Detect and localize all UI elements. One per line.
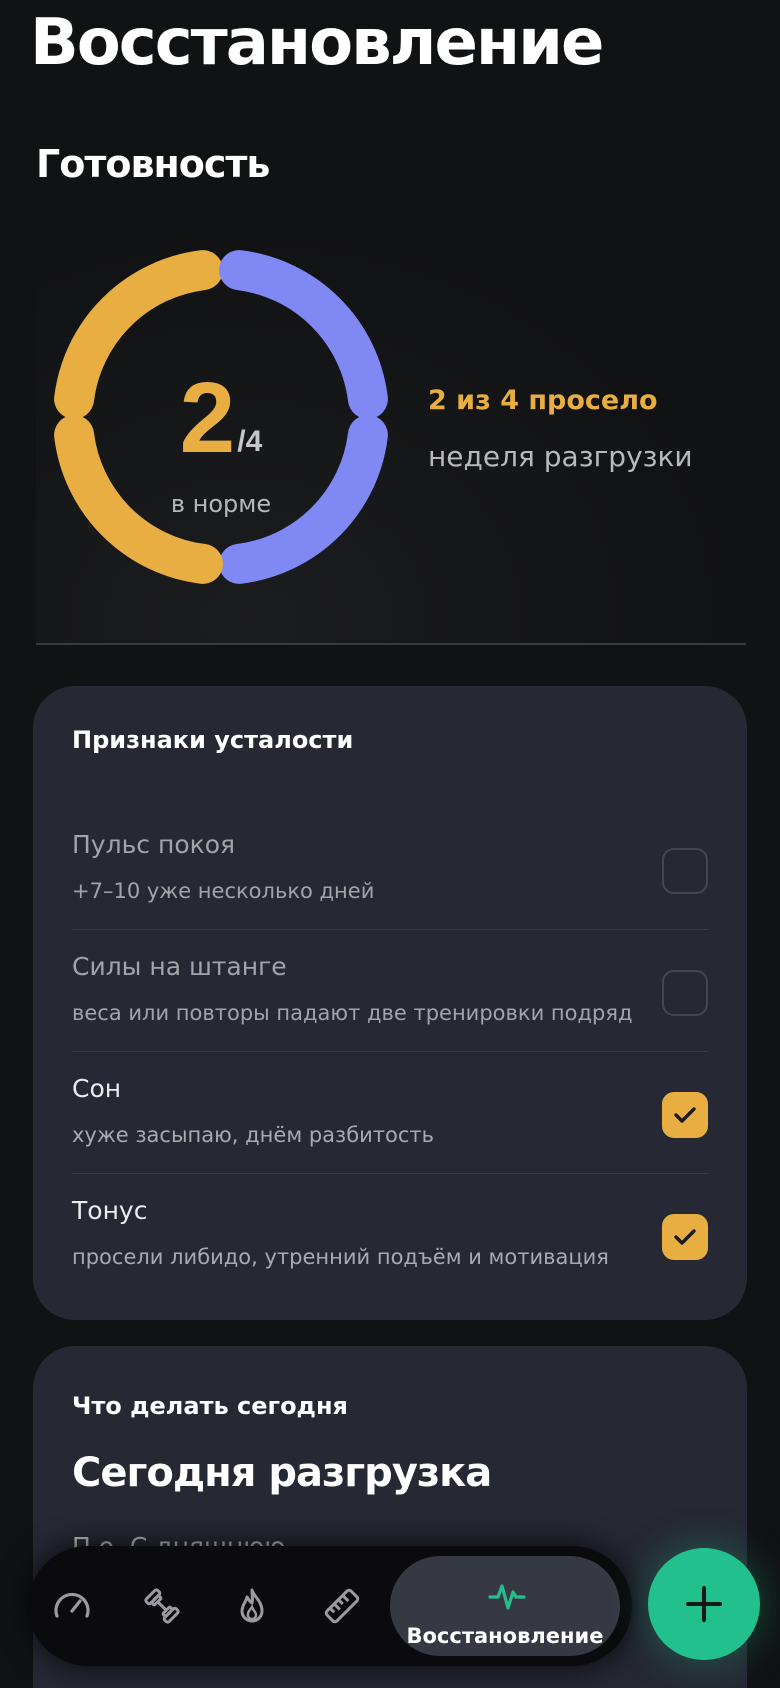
- add-button[interactable]: [648, 1548, 760, 1660]
- today-headline: Сегодня разгрузка: [72, 1450, 492, 1496]
- fatigue-item-desc: +7–10 уже несколько дней: [72, 879, 375, 903]
- fatigue-checkbox[interactable]: [662, 970, 708, 1016]
- ruler-icon[interactable]: [322, 1586, 362, 1626]
- fatigue-item-name: Тонус: [72, 1196, 148, 1225]
- check-icon: [674, 1229, 696, 1245]
- readiness-label: в норме: [170, 490, 272, 518]
- speedometer-icon[interactable]: [52, 1586, 92, 1626]
- fatigue-checkbox[interactable]: [662, 848, 708, 894]
- fatigue-item-tone: Тонус просели либидо, утренний подъём и …: [72, 1174, 708, 1296]
- readiness-status: 2 из 4 просело: [428, 385, 658, 416]
- fatigue-item-name: Сон: [72, 1074, 122, 1103]
- nav-item-label: Восстановление: [406, 1624, 604, 1648]
- readiness-value: 2: [179, 362, 236, 474]
- recovery-screen: Восстановление Готовность 2 /4 в норме 2…: [0, 0, 780, 1688]
- fatigue-item-name: Пульс покоя: [72, 830, 236, 859]
- fatigue-item-resting-pulse: Пульс покоя +7–10 уже несколько дней: [72, 808, 708, 930]
- readiness-total: /4: [237, 425, 263, 458]
- fatigue-card: Признаки усталости Пульс покоя +7–10 уже…: [33, 686, 747, 1320]
- fatigue-card-title: Признаки усталости: [72, 726, 354, 754]
- fatigue-item-desc: веса или повторы падают две тренировки п…: [72, 1001, 633, 1025]
- bottom-nav: Восстановление: [28, 1546, 632, 1666]
- fatigue-checkbox[interactable]: [662, 1214, 708, 1260]
- fatigue-item-barbell-strength: Силы на штанге веса или повторы падают д…: [72, 930, 708, 1052]
- readiness-status-sub: неделя разгрузки: [428, 440, 693, 473]
- fatigue-item-desc: хуже засыпаю, днём разбитость: [72, 1123, 435, 1147]
- fatigue-checkbox[interactable]: [662, 1092, 708, 1138]
- readiness-center: 2 /4 в норме: [46, 242, 396, 592]
- fatigue-item-sleep: Сон хуже засыпаю, днём разбитость: [72, 1052, 708, 1174]
- plus-icon: [686, 1586, 722, 1622]
- flame-icon[interactable]: [232, 1586, 272, 1626]
- today-card-title: Что делать сегодня: [72, 1392, 348, 1420]
- dumbbell-icon[interactable]: [142, 1586, 182, 1626]
- fatigue-item-desc: просели либидо, утренний подъём и мотива…: [72, 1245, 609, 1269]
- fatigue-item-name: Силы на штанге: [72, 952, 287, 981]
- readiness-hero: 2 /4 в норме 2 из 4 просело неделя разгр…: [36, 220, 746, 645]
- nav-item-recovery[interactable]: Восстановление: [390, 1556, 620, 1656]
- readiness-title: Готовность: [36, 142, 270, 186]
- page-title: Восстановление: [30, 6, 604, 80]
- check-icon: [674, 1107, 696, 1123]
- pulse-icon: [488, 1584, 526, 1610]
